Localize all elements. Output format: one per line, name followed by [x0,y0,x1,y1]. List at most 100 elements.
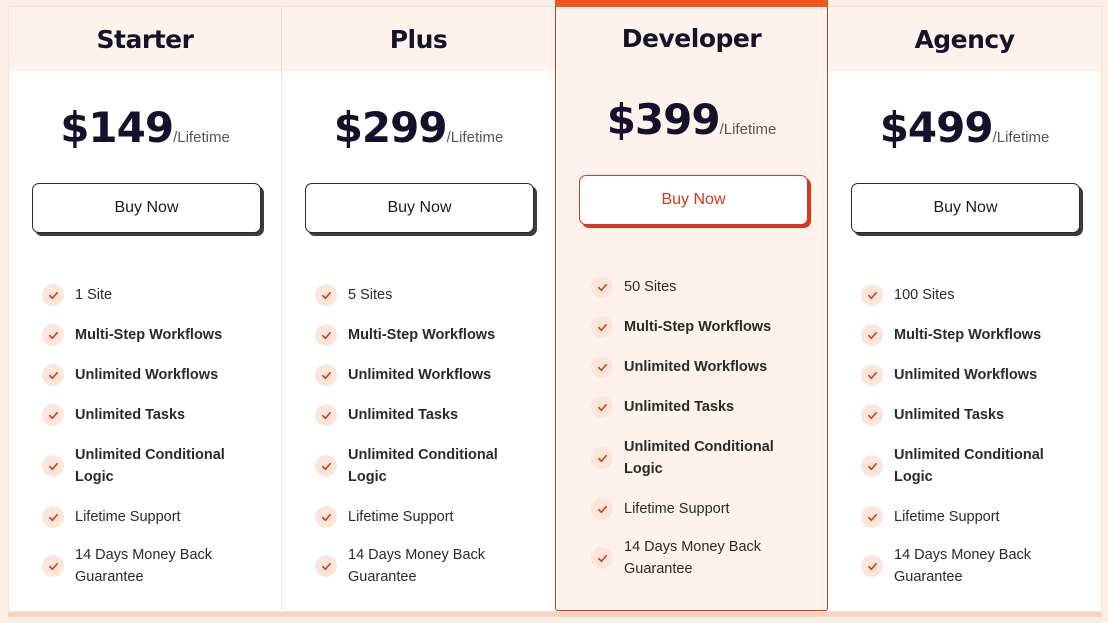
plan-period: /Lifetime [173,129,230,146]
feature-item: Unlimited Tasks [861,395,1089,435]
check-icon [591,547,613,569]
feature-item: 100 Sites [861,275,1089,315]
plan-card-plus: Plus $299/Lifetime Buy Now 5 Sites Multi… [281,7,555,611]
feature-label: 14 Days Money Back Guarantee [624,539,762,577]
feature-item: 5 Sites [315,275,543,315]
check-icon [861,455,883,477]
check-icon [861,506,883,528]
feature-label: Multi-Step Workflows [894,327,1042,343]
feature-label: Unlimited Tasks [624,399,735,415]
feature-item: Lifetime Support [861,497,1089,537]
plan-period: /Lifetime [719,121,777,138]
plan-price: $299 [333,103,448,152]
feature-label: Multi-Step Workflows [75,327,223,343]
check-icon [42,284,64,306]
plan-period: /Lifetime [446,129,504,146]
feature-item: Lifetime Support [315,497,543,537]
feature-label: Lifetime Support [348,509,454,525]
plan-name: Agency [828,7,1101,71]
check-icon [42,324,64,346]
check-icon [861,284,883,306]
feature-item: Unlimited Workflows [591,347,815,387]
check-icon [42,455,64,477]
feature-item: Unlimited Conditional Logic [42,435,269,497]
feature-item: Multi-Step Workflows [861,315,1089,355]
feature-item: Lifetime Support [42,497,269,537]
feature-list: 1 Site Multi-Step Workflows Unlimited Wo… [42,275,269,595]
check-icon [315,324,337,346]
check-icon [42,404,64,426]
check-icon [861,555,883,577]
feature-item: 50 Sites [591,267,815,307]
buy-now-button-developer[interactable]: Buy Now [579,175,808,225]
check-icon [315,364,337,386]
plan-price: $499 [879,103,994,152]
check-icon [42,506,64,528]
feature-label: Unlimited Conditional Logic [894,447,1044,485]
check-icon [861,324,883,346]
feature-item: Unlimited Tasks [42,395,269,435]
feature-item: Unlimited Tasks [315,395,543,435]
feature-item: Lifetime Support [591,489,815,529]
plan-name: Starter [9,7,281,71]
buy-now-button-plus[interactable]: Buy Now [305,183,534,233]
plan-card-agency: Agency $499/Lifetime Buy Now 100 Sites M… [828,7,1101,611]
feature-label: Multi-Step Workflows [624,319,772,335]
feature-label: Lifetime Support [624,501,730,517]
check-icon [861,404,883,426]
feature-item: Multi-Step Workflows [42,315,269,355]
buy-now-button-starter[interactable]: Buy Now [32,183,261,233]
feature-list: 5 Sites Multi-Step Workflows Unlimited W… [315,275,543,595]
feature-item: 14 Days Money Back Guarantee [42,537,269,595]
feature-item: 14 Days Money Back Guarantee [315,537,543,595]
feature-label: 1 Site [75,287,113,303]
check-icon [315,555,337,577]
buy-now-button-agency[interactable]: Buy Now [851,183,1080,233]
plan-price: $399 [606,95,721,144]
feature-list: 100 Sites Multi-Step Workflows Unlimited… [861,275,1089,595]
plan-price: $149 [60,103,174,152]
check-icon [591,447,613,469]
check-icon [861,364,883,386]
feature-list: 50 Sites Multi-Step Workflows Unlimited … [591,267,815,587]
check-icon [591,396,613,418]
plan-period: /Lifetime [992,129,1050,146]
feature-label: Unlimited Tasks [348,407,459,423]
feature-label: Unlimited Tasks [75,407,186,423]
feature-label: Unlimited Workflows [624,359,768,375]
feature-item: Unlimited Conditional Logic [861,435,1089,497]
feature-item: Unlimited Workflows [42,355,269,395]
feature-label: Lifetime Support [75,509,181,525]
feature-item: Unlimited Conditional Logic [315,435,543,497]
feature-label: Unlimited Workflows [894,367,1038,383]
check-icon [591,276,613,298]
plan-card-developer: Developer $399/Lifetime Buy Now 50 Sites… [555,0,828,611]
feature-label: Unlimited Conditional Logic [75,447,225,485]
feature-item: Unlimited Conditional Logic [591,427,815,489]
check-icon [591,356,613,378]
feature-item: Multi-Step Workflows [315,315,543,355]
feature-item: Unlimited Tasks [591,387,815,427]
check-icon [591,498,613,520]
check-icon [42,364,64,386]
feature-label: Unlimited Conditional Logic [624,439,774,477]
feature-item: Unlimited Workflows [861,355,1089,395]
feature-label: 100 Sites [894,287,955,303]
plan-name: Developer [621,23,762,53]
price-row: $299/Lifetime [282,103,555,152]
feature-item: 14 Days Money Back Guarantee [591,529,815,587]
check-icon [315,284,337,306]
pricing-table: Starter $149/Lifetime Buy Now 1 Site Mul… [8,0,1102,612]
feature-label: 50 Sites [624,279,677,295]
feature-item: 14 Days Money Back Guarantee [861,537,1089,595]
feature-label: Unlimited Conditional Logic [348,447,498,485]
feature-label: 5 Sites [348,287,393,303]
feature-item: 1 Site [42,275,269,315]
feature-label: 14 Days Money Back Guarantee [894,547,1032,585]
plan-card-starter: Starter $149/Lifetime Buy Now 1 Site Mul… [9,7,281,611]
feature-label: 14 Days Money Back Guarantee [348,547,486,585]
price-row: $149/Lifetime [9,103,281,152]
check-icon [315,404,337,426]
feature-item: Multi-Step Workflows [591,307,815,347]
price-row: $499/Lifetime [828,103,1101,152]
